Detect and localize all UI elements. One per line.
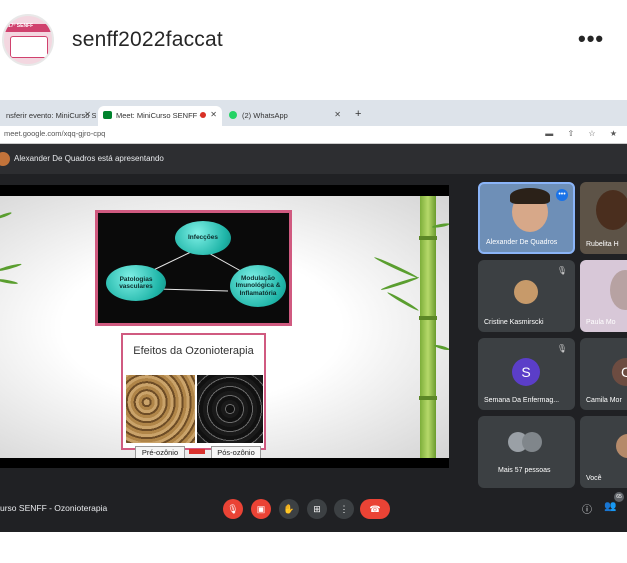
bamboo-decoration <box>419 196 437 458</box>
profile-avatar[interactable]: 17º SENFF <box>2 14 54 66</box>
people-icon[interactable]: 👥 <box>604 501 616 512</box>
leaf-decoration <box>373 255 419 280</box>
leave-call-button[interactable]: ☎ <box>360 499 390 519</box>
participant-grid: ••• Alexander De Quadros Rubelita H 🎙 Cr… <box>470 178 627 488</box>
participant-name: Semana Da Enfermag... <box>484 397 560 404</box>
participant-avatar: C <box>612 358 627 386</box>
leaf-decoration <box>0 278 19 285</box>
close-icon[interactable]: ✕ <box>210 110 217 119</box>
ozone-diagram: Infecções Patologias vasculares Modulaçã… <box>95 210 292 326</box>
participant-video <box>596 190 627 230</box>
participant-tile[interactable]: Rubelita H <box>580 182 627 254</box>
participant-tile[interactable]: 🎙 S Semana Da Enfermag... <box>478 338 575 410</box>
participant-tile[interactable]: ••• Alexander De Quadros <box>478 182 575 254</box>
tab-bar: nsferir evento: MiniCurso S ✕ Meet: Mini… <box>0 100 627 126</box>
info-icon[interactable]: ⓘ <box>582 501 592 516</box>
hair <box>510 188 550 204</box>
present-button[interactable]: ⊞ <box>307 499 327 519</box>
node-infeccoes: Infecções <box>175 221 231 255</box>
leaf-decoration <box>380 275 420 292</box>
more-options-icon[interactable]: ••• <box>556 189 568 201</box>
username[interactable]: senff2022faccat <box>72 28 223 52</box>
more-options-button[interactable]: ⋮ <box>334 499 354 519</box>
leaf-decoration <box>0 262 22 273</box>
presenting-text: Alexander De Quadros está apresentando <box>14 154 164 163</box>
raise-hand-button[interactable]: ✋ <box>279 499 299 519</box>
participant-avatar <box>522 432 542 452</box>
post-ozone-image <box>197 375 263 443</box>
tab-event[interactable]: nsferir evento: MiniCurso S ✕ <box>0 106 96 126</box>
tab-whatsapp[interactable]: (2) WhatsApp ✕ <box>224 106 346 126</box>
effects-title: Efeitos da Ozonioterapia <box>133 345 254 357</box>
participant-tile[interactable]: Paula Mo <box>580 260 627 332</box>
participant-video <box>610 270 627 310</box>
more-people-tile[interactable]: Mais 57 pessoas <box>478 416 575 488</box>
participant-name: Camila Mor <box>586 397 622 404</box>
toolbar-icons[interactable]: ▬ ⇧ ☆ ★ <box>545 129 623 138</box>
whatsapp-icon <box>229 111 237 119</box>
participant-tile[interactable]: C Camila Mor <box>580 338 627 410</box>
participant-name: Rubelita H <box>586 241 619 248</box>
meet-logo-icon <box>103 111 112 119</box>
people-count-badge: 65 <box>614 492 624 502</box>
mic-off-icon: 🎙 <box>556 344 567 353</box>
close-icon[interactable]: ✕ <box>334 110 341 119</box>
camera-toggle-button[interactable]: ▣ <box>251 499 271 519</box>
leaf-decoration <box>386 291 420 312</box>
presenting-bar: Alexander De Quadros está apresentando <box>0 144 627 174</box>
participant-name: Você <box>586 475 602 482</box>
pre-ozone-label: Pré-ozônio <box>135 446 185 458</box>
arrow-right-icon <box>189 449 205 454</box>
node-patologias: Patologias vasculares <box>106 265 166 301</box>
meeting-title: urso SENFF - Ozonioterapia <box>0 503 108 513</box>
more-people-label: Mais 57 pessoas <box>498 467 551 474</box>
close-icon[interactable]: ✕ <box>84 110 91 119</box>
more-options-icon[interactable]: ••• <box>578 26 604 52</box>
leaf-decoration <box>0 211 13 220</box>
mic-off-icon: 🎙 <box>556 266 567 275</box>
node-modulacao: Modulação Imunológica & Inflamatória <box>230 265 286 307</box>
recording-dot-icon <box>200 112 206 118</box>
tab-label: (2) WhatsApp <box>242 111 288 120</box>
participant-tile[interactable]: 🎙 Cristine Kasmirscki <box>478 260 575 332</box>
mic-toggle-button[interactable]: 🎙 <box>223 499 243 519</box>
meet-screenshot: nsferir evento: MiniCurso S ✕ Meet: Mini… <box>0 100 627 532</box>
tab-label: nsferir evento: MiniCurso S <box>6 111 96 120</box>
effects-panel: Efeitos da Ozonioterapia Pré-ozônio Pós-… <box>121 333 266 458</box>
new-tab-button[interactable]: + <box>352 106 368 126</box>
participant-avatar: S <box>512 358 540 386</box>
avatar-text: 17º SENFF <box>8 23 34 29</box>
participant-name: Alexander De Quadros <box>486 239 558 246</box>
post-header: 17º SENFF senff2022faccat ••• <box>0 0 627 90</box>
url-text[interactable]: meet.google.com/xqq-gjro-cpq <box>4 129 105 138</box>
leaf-decoration <box>433 343 449 352</box>
self-tile[interactable]: Você <box>580 416 627 488</box>
participant-avatar <box>616 434 627 458</box>
presentation-slide: Infecções Patologias vasculares Modulaçã… <box>0 196 449 458</box>
participant-name: Paula Mo <box>586 319 616 326</box>
presenter-avatar <box>0 152 10 166</box>
post-ozone-label: Pós-ozônio <box>211 446 261 458</box>
address-bar[interactable]: meet.google.com/xqq-gjro-cpq ▬ ⇧ ☆ ★ <box>0 126 627 144</box>
tab-label: Meet: MiniCurso SENFF - <box>116 111 202 120</box>
participant-name: Cristine Kasmirscki <box>484 319 544 326</box>
control-bar: urso SENFF - Ozonioterapia 🎙 ▣ ✋ ⊞ ⋮ ☎ ⓘ… <box>0 492 627 532</box>
pre-ozone-image <box>126 375 195 443</box>
participant-avatar <box>514 280 538 304</box>
tab-meet[interactable]: Meet: MiniCurso SENFF - ✕ <box>98 106 222 126</box>
